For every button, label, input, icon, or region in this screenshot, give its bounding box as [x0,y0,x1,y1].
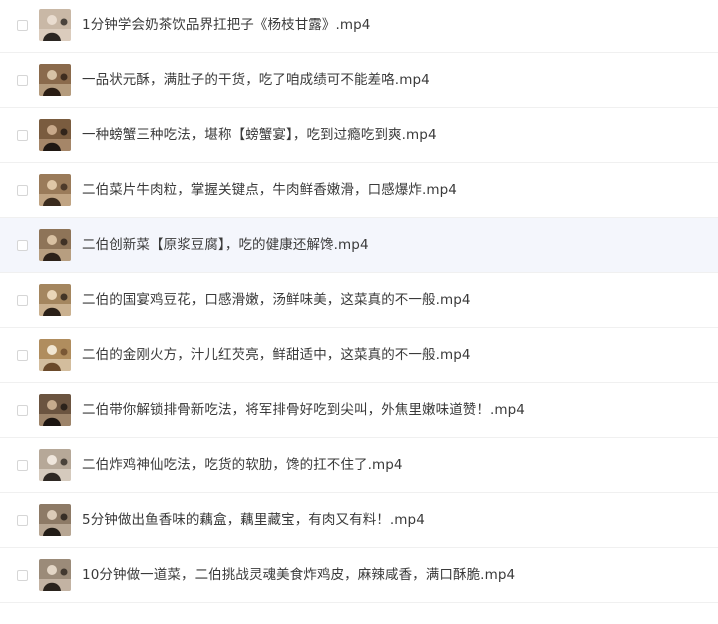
file-row[interactable]: 10分钟做一道菜，二伯挑战灵魂美食炸鸡皮，麻辣咸香，满口酥脆.mp4 [0,548,718,603]
file-name[interactable]: 5分钟做出鱼香味的藕盒，藕里藏宝，有肉又有料！.mp4 [82,511,425,529]
file-row[interactable]: 一种螃蟹三种吃法，堪称【螃蟹宴】，吃到过瘾吃到爽.mp4 [0,108,718,163]
file-checkbox[interactable] [17,294,28,306]
file-checkbox[interactable] [17,129,28,141]
file-row[interactable]: 二伯带你解锁排骨新吃法，将军排骨好吃到尖叫，外焦里嫩味道赞！.mp4 [0,383,718,438]
video-thumbnail-icon[interactable] [39,9,71,41]
file-checkbox[interactable] [17,19,28,31]
video-thumbnail-icon[interactable] [39,174,71,206]
file-checkbox[interactable] [17,349,28,361]
file-row[interactable]: 一品状元酥，满肚子的干货，吃了咱成绩可不能差咯.mp4 [0,53,718,108]
file-checkbox[interactable] [17,569,28,581]
file-name[interactable]: 二伯炸鸡神仙吃法，吃货的软肋，馋的扛不住了.mp4 [82,456,403,474]
video-thumbnail-icon[interactable] [39,284,71,316]
file-row[interactable]: 5分钟做出鱼香味的藕盒，藕里藏宝，有肉又有料！.mp4 [0,493,718,548]
file-row[interactable]: 二伯菜片牛肉粒，掌握关键点，牛肉鲜香嫩滑，口感爆炸.mp4 [0,163,718,218]
video-thumbnail-icon[interactable] [39,119,71,151]
file-name[interactable]: 二伯创新菜【原浆豆腐】，吃的健康还解馋.mp4 [82,236,369,254]
video-thumbnail-icon[interactable] [39,394,71,426]
file-name[interactable]: 一种螃蟹三种吃法，堪称【螃蟹宴】，吃到过瘾吃到爽.mp4 [82,126,437,144]
file-row[interactable]: 二伯的国宴鸡豆花，口感滑嫩，汤鲜味美，这菜真的不一般.mp4 [0,273,718,328]
file-row[interactable]: 二伯炸鸡神仙吃法，吃货的软肋，馋的扛不住了.mp4 [0,438,718,493]
video-thumbnail-icon[interactable] [39,559,71,591]
file-row[interactable]: 二伯创新菜【原浆豆腐】，吃的健康还解馋.mp4 [0,218,718,273]
file-checkbox[interactable] [17,74,28,86]
file-name[interactable]: 二伯带你解锁排骨新吃法，将军排骨好吃到尖叫，外焦里嫩味道赞！.mp4 [82,401,525,419]
video-thumbnail-icon[interactable] [39,64,71,96]
file-name[interactable]: 二伯的国宴鸡豆花，口感滑嫩，汤鲜味美，这菜真的不一般.mp4 [82,291,471,309]
file-checkbox[interactable] [17,239,28,251]
file-row[interactable]: 1分钟学会奶茶饮品界扛把子《杨枝甘露》.mp4 [0,0,718,53]
file-name[interactable]: 1分钟学会奶茶饮品界扛把子《杨枝甘露》.mp4 [82,16,371,34]
file-checkbox[interactable] [17,184,28,196]
video-thumbnail-icon[interactable] [39,229,71,261]
file-list: 1分钟学会奶茶饮品界扛把子《杨枝甘露》.mp4 一品状元酥，满肚子的干货，吃了咱成… [0,0,718,622]
video-thumbnail-icon[interactable] [39,449,71,481]
file-checkbox[interactable] [17,514,28,526]
file-name[interactable]: 二伯菜片牛肉粒，掌握关键点，牛肉鲜香嫩滑，口感爆炸.mp4 [82,181,457,199]
file-name[interactable]: 10分钟做一道菜，二伯挑战灵魂美食炸鸡皮，麻辣咸香，满口酥脆.mp4 [82,566,515,584]
file-checkbox[interactable] [17,404,28,416]
file-name[interactable]: 二伯的金刚火方，汁儿红芡亮，鲜甜适中，这菜真的不一般.mp4 [82,346,471,364]
video-thumbnail-icon[interactable] [39,504,71,536]
video-thumbnail-icon[interactable] [39,339,71,371]
file-row[interactable]: 二伯的金刚火方，汁儿红芡亮，鲜甜适中，这菜真的不一般.mp4 [0,328,718,383]
file-name[interactable]: 一品状元酥，满肚子的干货，吃了咱成绩可不能差咯.mp4 [82,71,430,89]
file-checkbox[interactable] [17,459,28,471]
